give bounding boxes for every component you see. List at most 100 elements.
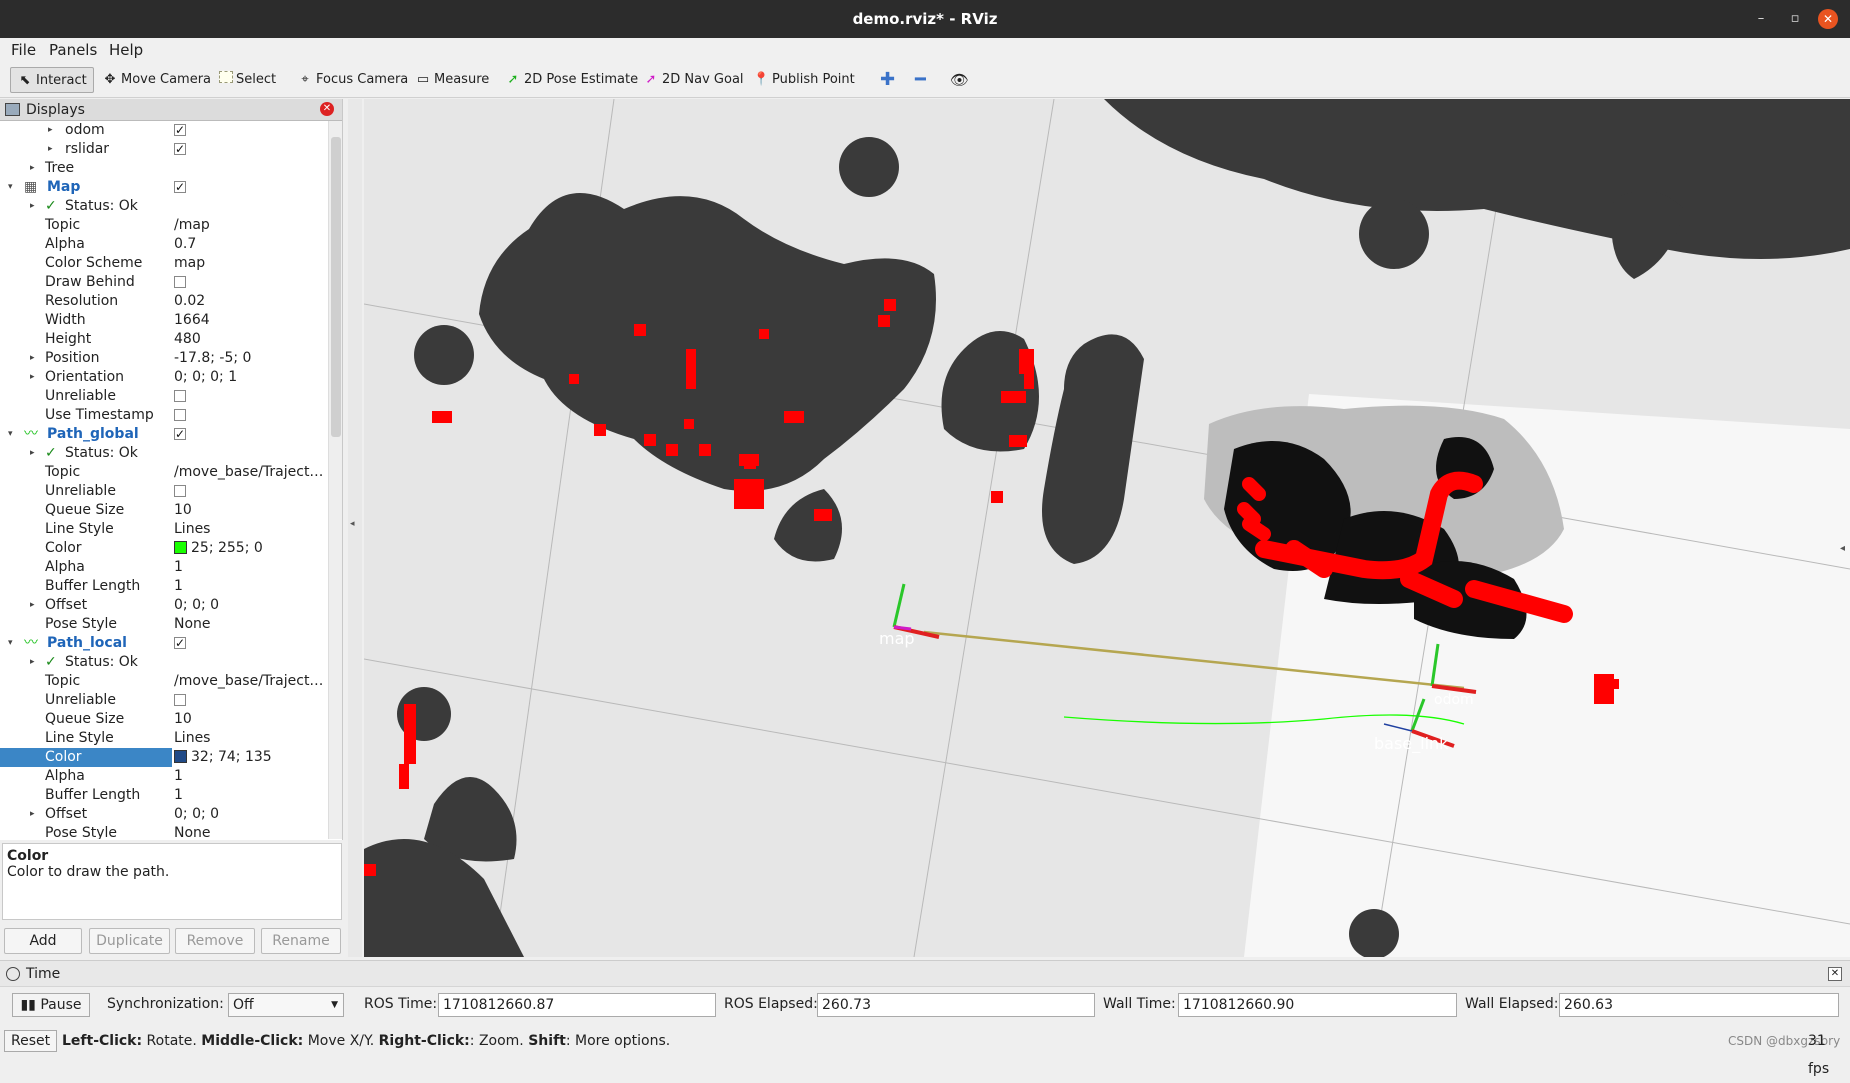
- expand-right-icon[interactable]: ▸: [30, 368, 35, 387]
- rename-button[interactable]: Rename: [261, 928, 341, 954]
- display-checkbox[interactable]: [174, 178, 186, 197]
- 3d-render-view[interactable]: map base_link odom ◂: [364, 99, 1850, 957]
- expand-right-icon[interactable]: ▸: [30, 159, 35, 178]
- display-row[interactable]: ▸ ✓ Status: Ok: [0, 444, 327, 463]
- display-row[interactable]: Buffer Length 1: [0, 786, 327, 805]
- display-row[interactable]: Topic/map: [0, 216, 327, 235]
- splitter[interactable]: ◂: [348, 99, 362, 957]
- color-swatch[interactable]: [174, 541, 187, 554]
- display-row[interactable]: ▸ ✓ Status: Ok: [0, 653, 327, 672]
- publish-point-tool-button[interactable]: 📍 Publish Point: [753, 67, 855, 93]
- display-row[interactable]: Buffer Length 1: [0, 577, 327, 596]
- display-checkbox[interactable]: [174, 485, 186, 497]
- display-row[interactable]: Alpha 1: [0, 558, 327, 577]
- display-checkbox[interactable]: [174, 390, 186, 402]
- expand-right-icon[interactable]: ▸: [30, 805, 35, 824]
- nav-goal-tool-button[interactable]: ➚ 2D Nav Goal: [643, 67, 744, 93]
- display-checkbox[interactable]: [174, 694, 186, 706]
- display-row[interactable]: Color 25; 255; 0: [0, 539, 327, 558]
- display-row[interactable]: Topic/move_base/Traject…: [0, 672, 327, 691]
- display-row[interactable]: Resolution 0.02: [0, 292, 327, 311]
- display-row[interactable]: Pose Style None: [0, 824, 327, 839]
- minimize-button[interactable]: –: [1751, 9, 1771, 29]
- remove-button[interactable]: Remove: [175, 928, 255, 954]
- display-row[interactable]: Line Style Lines: [0, 520, 327, 539]
- display-row[interactable]: Unreliable: [0, 387, 327, 406]
- display-row[interactable]: Queue Size 10: [0, 710, 327, 729]
- display-row[interactable]: Topic/move_base/Traject…: [0, 463, 327, 482]
- add-tool-icon[interactable]: ✚: [880, 67, 895, 93]
- display-row[interactable]: Unreliable: [0, 482, 327, 501]
- pose-estimate-tool-button[interactable]: ➚ 2D Pose Estimate: [505, 67, 639, 93]
- display-row[interactable]: Color Scheme map: [0, 254, 327, 273]
- focus-camera-tool-button[interactable]: ⌖ Focus Camera: [297, 67, 408, 93]
- expand-right-icon[interactable]: ▸: [30, 444, 35, 463]
- display-row[interactable]: Unreliable: [0, 691, 327, 710]
- display-row[interactable]: Draw Behind: [0, 273, 327, 292]
- map-canvas[interactable]: map base_link odom ◂: [364, 99, 1850, 957]
- expand-down-icon[interactable]: ▾: [8, 425, 13, 444]
- display-row[interactable]: Alpha 1: [0, 767, 327, 786]
- sync-select[interactable]: Off ▼: [228, 993, 344, 1017]
- display-checkbox[interactable]: [174, 140, 186, 159]
- wall-time-field[interactable]: 1710812660.90: [1178, 993, 1457, 1017]
- expand-right-icon[interactable]: ▸: [48, 121, 53, 140]
- expand-right-icon[interactable]: ▸: [30, 197, 35, 216]
- display-row[interactable]: ▸ Tree: [0, 159, 327, 178]
- displays-scrollbar[interactable]: [328, 121, 342, 839]
- scrollbar-thumb[interactable]: [331, 137, 341, 437]
- duplicate-button[interactable]: Duplicate: [89, 928, 170, 954]
- display-row[interactable]: Pose Style None: [0, 615, 327, 634]
- expand-right-icon[interactable]: ▸: [30, 653, 35, 672]
- close-panel-icon[interactable]: ✕: [320, 102, 334, 116]
- select-tool-button[interactable]: Select: [219, 67, 276, 93]
- display-row[interactable]: ▸ odom: [0, 121, 327, 140]
- display-checkbox[interactable]: [174, 409, 186, 421]
- reset-button[interactable]: Reset: [4, 1030, 58, 1052]
- expand-down-icon[interactable]: ▾: [8, 178, 13, 197]
- display-row[interactable]: Use Timestamp: [0, 406, 327, 425]
- pause-button[interactable]: ▮▮ Pause: [12, 993, 90, 1017]
- close-button[interactable]: ✕: [1818, 9, 1838, 29]
- display-checkbox[interactable]: [174, 634, 186, 653]
- eye-icon[interactable]: 👁: [950, 67, 969, 93]
- collapse-left-icon[interactable]: ◂: [350, 519, 355, 529]
- ros-time-field[interactable]: 1710812660.87: [438, 993, 716, 1017]
- expand-right-icon[interactable]: ▸: [30, 349, 35, 368]
- move-camera-tool-button[interactable]: ✥ Move Camera: [102, 67, 211, 93]
- add-button[interactable]: Add: [4, 928, 82, 954]
- display-row[interactable]: Color 32; 74; 135: [0, 748, 327, 767]
- expand-right-icon[interactable]: ▸: [48, 140, 53, 159]
- display-row[interactable]: ▸ Offset 0; 0; 0: [0, 596, 327, 615]
- maximize-button[interactable]: ▫: [1785, 9, 1805, 29]
- close-time-panel-icon[interactable]: ✕: [1828, 967, 1842, 981]
- menu-panels[interactable]: Panels: [49, 41, 97, 59]
- display-row[interactable]: ▸ ✓ Status: Ok: [0, 197, 327, 216]
- expand-right-icon[interactable]: ▸: [30, 596, 35, 615]
- ros-elapsed-field[interactable]: 260.73: [817, 993, 1095, 1017]
- remove-tool-icon[interactable]: ━: [915, 67, 926, 93]
- display-row[interactable]: Height 480: [0, 330, 327, 349]
- display-row[interactable]: Width 1664: [0, 311, 327, 330]
- display-row[interactable]: ▸ Orientation 0; 0; 0; 1: [0, 368, 327, 387]
- measure-tool-button[interactable]: ▭ Measure: [415, 67, 489, 93]
- display-checkbox[interactable]: [174, 425, 186, 444]
- display-row[interactable]: ▾ 〰 Path_global: [0, 425, 327, 444]
- wall-elapsed-field[interactable]: 260.63: [1559, 993, 1839, 1017]
- collapse-right-icon[interactable]: ◂: [1840, 543, 1845, 554]
- display-row[interactable]: ▾ 〰 Path_local: [0, 634, 327, 653]
- menu-help[interactable]: Help: [109, 41, 143, 59]
- display-row[interactable]: Line Style Lines: [0, 729, 327, 748]
- display-row[interactable]: ▸ Offset 0; 0; 0: [0, 805, 327, 824]
- display-row[interactable]: ▸ rslidar: [0, 140, 327, 159]
- interact-tool-button[interactable]: ⬉ Interact: [10, 67, 94, 93]
- display-checkbox[interactable]: [174, 121, 186, 140]
- display-row[interactable]: ▾ ▦ Map: [0, 178, 327, 197]
- display-row[interactable]: ▸ Position -17.8; -5; 0: [0, 349, 327, 368]
- expand-down-icon[interactable]: ▾: [8, 634, 13, 653]
- display-row[interactable]: Queue Size 10: [0, 501, 327, 520]
- color-swatch[interactable]: [174, 750, 187, 763]
- display-checkbox[interactable]: [174, 276, 186, 288]
- display-row[interactable]: Alpha 0.7: [0, 235, 327, 254]
- menu-file[interactable]: File: [11, 41, 36, 59]
